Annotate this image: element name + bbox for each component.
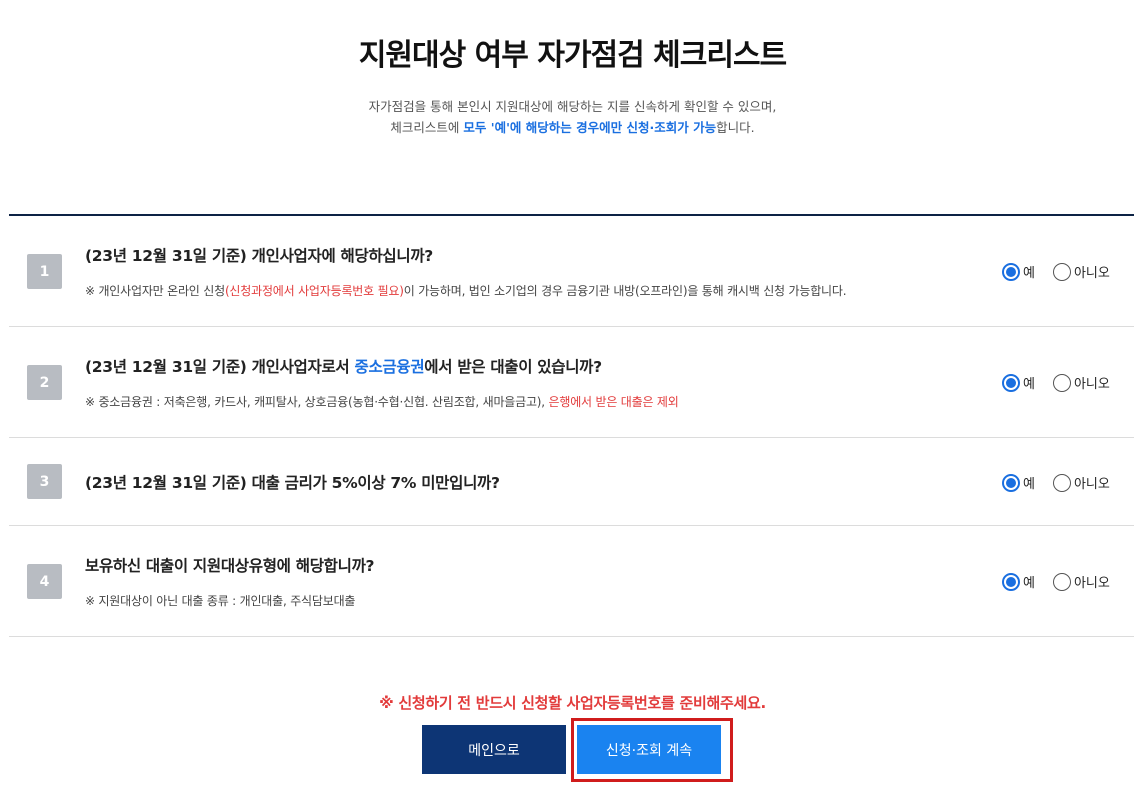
radio-checked-icon[interactable] [1002,262,1020,281]
radio-yes[interactable]: 예 [1002,572,1035,591]
question-note: ※ 개인사업자만 온라인 신청(신청과정에서 사업자등록번호 필요)이 가능하며… [85,282,847,299]
page-title: 지원대상 여부 자가점검 체크리스트 [358,38,787,73]
radio-unchecked-icon[interactable] [1052,262,1071,281]
question-title-suffix: 에서 받은 대출이 있습니까? [424,358,602,376]
radio-yes[interactable]: 예 [1002,373,1035,392]
radio-no[interactable]: 아니오 [1052,473,1110,492]
question-note: ※ 지원대상이 아닌 대출 종류 : 개인대출, 주식담보대출 [85,594,356,608]
question-row-4: 4 보유하신 대출이 지원대상유형에 해당합니까? ※ 지원대상이 아닌 대출 … [9,526,1134,637]
radio-no-label: 아니오 [1073,266,1110,281]
answer-radio-group: 예 아니오 [1002,572,1110,591]
answer-radio-group: 예 아니오 [1002,373,1110,392]
intro-highlight: 모두 '예'에 해당하는 경우에만 신청·조회가 가능 [463,120,717,135]
question-row-3: 3 (23년 12월 31일 기준) 대출 금리가 5%이상 7% 미만입니까?… [9,438,1134,526]
radio-yes-label: 예 [1023,576,1035,591]
question-title: 보유하신 대출이 지원대상유형에 해당합니까? [85,557,375,575]
question-row-2: 2 (23년 12월 31일 기준) 개인사업자로서 중소금융권에서 받은 대출… [9,327,1134,438]
intro-line-1: 자가점검을 통해 본인시 지원대상에 해당하는 지를 신속하게 확인할 수 있으… [368,99,777,114]
question-number-badge: 3 [27,464,62,499]
answer-radio-group: 예 아니오 [1002,262,1110,281]
note-text-end: 이 가능하며, 법인 소기업의 경우 금융기관 내방(오프라인)을 통해 캐시백… [403,284,847,298]
radio-no-label: 아니오 [1073,377,1110,392]
radio-unchecked-icon[interactable] [1052,373,1071,392]
radio-yes-label: 예 [1023,377,1035,392]
question-number-badge: 2 [27,365,62,400]
radio-unchecked-icon[interactable] [1052,473,1071,492]
note-red-text: (신청과정에서 사업자등록번호 필요) [224,284,404,298]
radio-no[interactable]: 아니오 [1052,572,1110,591]
intro-line-2-prefix: 체크리스트에 [390,120,464,135]
intro-line-2-suffix: 합니다. [716,120,755,135]
radio-no-label: 아니오 [1073,576,1110,591]
radio-yes[interactable]: 예 [1002,473,1035,492]
question-number-badge: 4 [27,564,62,599]
question-title: (23년 12월 31일 기준) 대출 금리가 5%이상 7% 미만입니까? [85,474,500,492]
radio-checked-icon[interactable] [1002,373,1020,392]
note-red-text: 은행에서 받은 대출은 제외 [548,395,679,409]
radio-yes-label: 예 [1023,266,1035,281]
continue-button[interactable]: 신청·조회 계속 [577,725,721,774]
intro-text: 자가점검을 통해 본인시 지원대상에 해당하는 지를 신속하게 확인할 수 있으… [0,96,1145,138]
question-note: ※ 중소금융권 : 저축은행, 카드사, 캐피탈사, 상호금융(농협·수협·신협… [85,393,679,410]
radio-checked-icon[interactable] [1002,572,1020,591]
question-title-prefix: (23년 12월 31일 기준) 개인사업자로서 [85,358,355,376]
intro-line-2: 체크리스트에 모두 '예'에 해당하는 경우에만 신청·조회가 가능합니다. [0,117,1145,138]
notice-text: ※ 신청하기 전 반드시 신청할 사업자등록번호를 준비해주세요. [379,694,766,712]
question-number-badge: 1 [27,254,62,289]
question-row-1: 1 (23년 12월 31일 기준) 개인사업자에 해당하십니까? ※ 개인사업… [9,216,1134,327]
note-text: ※ 개인사업자만 온라인 신청 [85,284,225,298]
radio-no[interactable]: 아니오 [1052,262,1110,281]
radio-checked-icon[interactable] [1002,473,1020,492]
note-text: ※ 중소금융권 : 저축은행, 카드사, 캐피탈사, 상호금융(농협·수협·신협… [85,395,549,409]
radio-yes[interactable]: 예 [1002,262,1035,281]
question-title: (23년 12월 31일 기준) 개인사업자에 해당하십니까? [85,247,433,265]
radio-no[interactable]: 아니오 [1052,373,1110,392]
radio-yes-label: 예 [1023,477,1035,492]
main-button[interactable]: 메인으로 [422,725,566,774]
radio-unchecked-icon[interactable] [1052,572,1071,591]
question-title-highlight: 중소금융권 [354,358,425,376]
answer-radio-group: 예 아니오 [1002,473,1110,492]
radio-no-label: 아니오 [1073,477,1110,492]
question-title: (23년 12월 31일 기준) 개인사업자로서 중소금융권에서 받은 대출이 … [85,355,602,377]
